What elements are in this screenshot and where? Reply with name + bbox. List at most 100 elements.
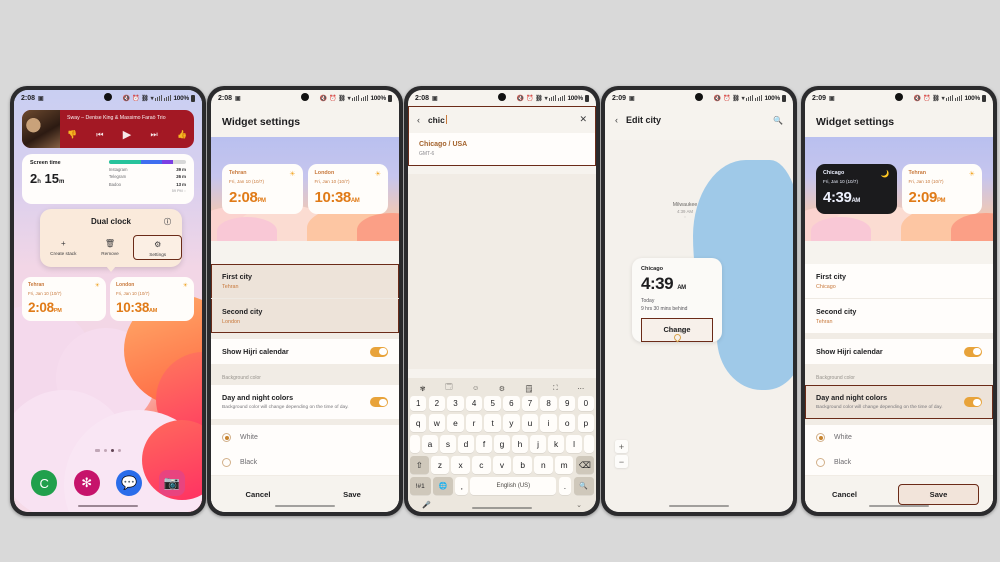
map-pin-chicago[interactable]: Chicago	[651, 328, 703, 343]
white-option-row[interactable]: White	[805, 425, 993, 450]
navigation-handle[interactable]	[669, 504, 729, 507]
like-icon[interactable]: 👍	[177, 130, 187, 139]
camera-app-icon[interactable]: 📷	[158, 470, 185, 496]
key-s[interactable]: s	[440, 435, 456, 453]
second-city-row[interactable]: Second city London	[211, 298, 399, 333]
clock-card[interactable]: ☀ Tehran Fri, Jan 10 (10/7) 2:08PM	[22, 277, 106, 321]
emoji-icon[interactable]: ☺	[472, 385, 479, 392]
hijri-toggle[interactable]	[370, 346, 388, 357]
search-icon[interactable]: 🔍	[773, 116, 783, 125]
navigation-handle[interactable]	[869, 504, 929, 507]
white-radio[interactable]	[222, 433, 231, 443]
key-9[interactable]: 9	[558, 396, 576, 411]
microphone-icon[interactable]: 🎤	[422, 501, 431, 509]
black-option-row[interactable]: Black	[211, 450, 399, 475]
period-key[interactable]: .	[558, 477, 572, 495]
search-key[interactable]: 🔍	[573, 477, 594, 495]
key-m[interactable]: m	[554, 456, 574, 474]
key-5[interactable]: 5	[484, 396, 501, 411]
key-k[interactable]: k	[548, 435, 564, 453]
white-radio[interactable]	[816, 433, 825, 443]
key-8[interactable]: 8	[540, 396, 557, 411]
key-u[interactable]: u	[521, 414, 539, 432]
dislike-icon[interactable]: 👎	[67, 130, 77, 139]
key-o[interactable]: o	[558, 414, 576, 432]
key-i[interactable]: i	[540, 414, 557, 432]
save-button[interactable]: Save	[898, 483, 979, 505]
settings-icon[interactable]: ⚙	[499, 385, 505, 393]
key-q[interactable]: q	[409, 414, 427, 432]
cancel-button[interactable]: Cancel	[805, 490, 884, 499]
hide-keyboard-icon[interactable]: ⌄	[576, 501, 582, 509]
create-stack-button[interactable]: + Create stack	[40, 235, 87, 260]
zoom-out-button[interactable]: −	[615, 455, 628, 468]
dual-clock-widget[interactable]: ☀ Tehran Fri, Jan 10 (10/7) 2:08PM ☀ Lon…	[22, 277, 194, 321]
music-widget[interactable]: Sway – Denise King & Massimo Faraò Trio …	[22, 110, 194, 148]
cancel-button[interactable]: Cancel	[211, 490, 305, 499]
key-x[interactable]: x	[451, 456, 470, 474]
shift-key[interactable]: ⇧	[410, 456, 429, 474]
first-city-row[interactable]: First city Tehran	[211, 264, 399, 298]
search-bar[interactable]: ‹ chic ✕	[408, 106, 596, 133]
key-6[interactable]: 6	[503, 396, 520, 411]
key-v[interactable]: v	[492, 456, 512, 474]
day-night-toggle[interactable]	[370, 397, 388, 408]
save-button[interactable]: Save	[305, 490, 399, 499]
hijri-calendar-row[interactable]: Show Hijri calendar	[211, 339, 399, 364]
hijri-toggle[interactable]	[964, 346, 982, 357]
key-2[interactable]: 2	[428, 396, 446, 411]
key-w[interactable]: w	[428, 414, 446, 432]
key-n[interactable]: n	[534, 456, 553, 474]
day-night-colors-row[interactable]: Day and night colors Background color wi…	[805, 385, 993, 419]
remove-button[interactable]: 🗑 Remove	[87, 235, 134, 260]
phone-app-icon[interactable]: C	[31, 470, 58, 496]
back-icon[interactable]: ‹	[417, 115, 420, 125]
next-icon[interactable]: ⏭	[151, 130, 158, 140]
search-result-item[interactable]: Chicago / USA GMT-6	[408, 133, 596, 166]
key-d[interactable]: d	[458, 435, 474, 453]
map-view[interactable]: Milwaukee 4:39 AM ◌ Chicago 4:39 AM Toda…	[605, 140, 793, 512]
key-y[interactable]: y	[503, 414, 520, 432]
play-icon[interactable]: ▶	[123, 128, 131, 141]
day-night-toggle[interactable]	[964, 397, 982, 408]
previous-icon[interactable]: ⏮	[96, 130, 103, 140]
space-key[interactable]: English (US)	[470, 477, 557, 495]
black-radio[interactable]	[816, 458, 825, 468]
gallery-app-icon[interactable]: ✻	[73, 470, 100, 496]
settings-button[interactable]: ⚙ Settings	[133, 235, 183, 260]
first-city-row[interactable]: First city Chicago	[805, 264, 993, 298]
comma-key[interactable]: ,	[455, 477, 469, 495]
search-input[interactable]: chic	[428, 114, 571, 125]
symbols-key[interactable]: !#1	[410, 477, 431, 495]
sticker-icon[interactable]: ✾	[420, 385, 426, 393]
notes-icon[interactable]: 🗒	[525, 385, 534, 393]
backspace-key[interactable]: ⌫	[575, 456, 594, 474]
globe-key[interactable]: 🌐	[432, 477, 454, 495]
key-l[interactable]: l	[566, 435, 582, 453]
black-option-row[interactable]: Black	[805, 450, 993, 475]
key-a[interactable]: a	[422, 435, 438, 453]
back-icon[interactable]: ‹	[615, 115, 618, 125]
more-icon[interactable]: ⋯	[577, 385, 584, 393]
key-0[interactable]: 0	[577, 396, 595, 411]
clipboard-icon[interactable]: 🗔	[445, 383, 453, 394]
black-radio[interactable]	[222, 458, 231, 468]
second-city-row[interactable]: Second city Tehran	[805, 298, 993, 333]
navigation-handle[interactable]	[78, 504, 138, 507]
key-r[interactable]: r	[465, 414, 483, 432]
key-p[interactable]: p	[577, 414, 595, 432]
key-c[interactable]: c	[472, 456, 491, 474]
hijri-calendar-row[interactable]: Show Hijri calendar	[805, 339, 993, 364]
key-g[interactable]: g	[494, 435, 510, 453]
messages-app-icon[interactable]: 💬	[116, 470, 143, 496]
key-z[interactable]: z	[430, 456, 450, 474]
key-7[interactable]: 7	[521, 396, 539, 411]
navigation-handle[interactable]	[275, 504, 335, 507]
page-indicator[interactable]	[14, 449, 202, 452]
resize-icon[interactable]: ⛶	[553, 385, 558, 393]
key-3[interactable]: 3	[447, 396, 464, 411]
info-icon[interactable]: ⓘ	[164, 217, 171, 227]
clock-card[interactable]: ☀ London Fri, Jan 10 (10/7) 10:38AM	[110, 277, 194, 321]
close-icon[interactable]: ✕	[579, 114, 587, 125]
zoom-in-button[interactable]: +	[615, 440, 628, 453]
